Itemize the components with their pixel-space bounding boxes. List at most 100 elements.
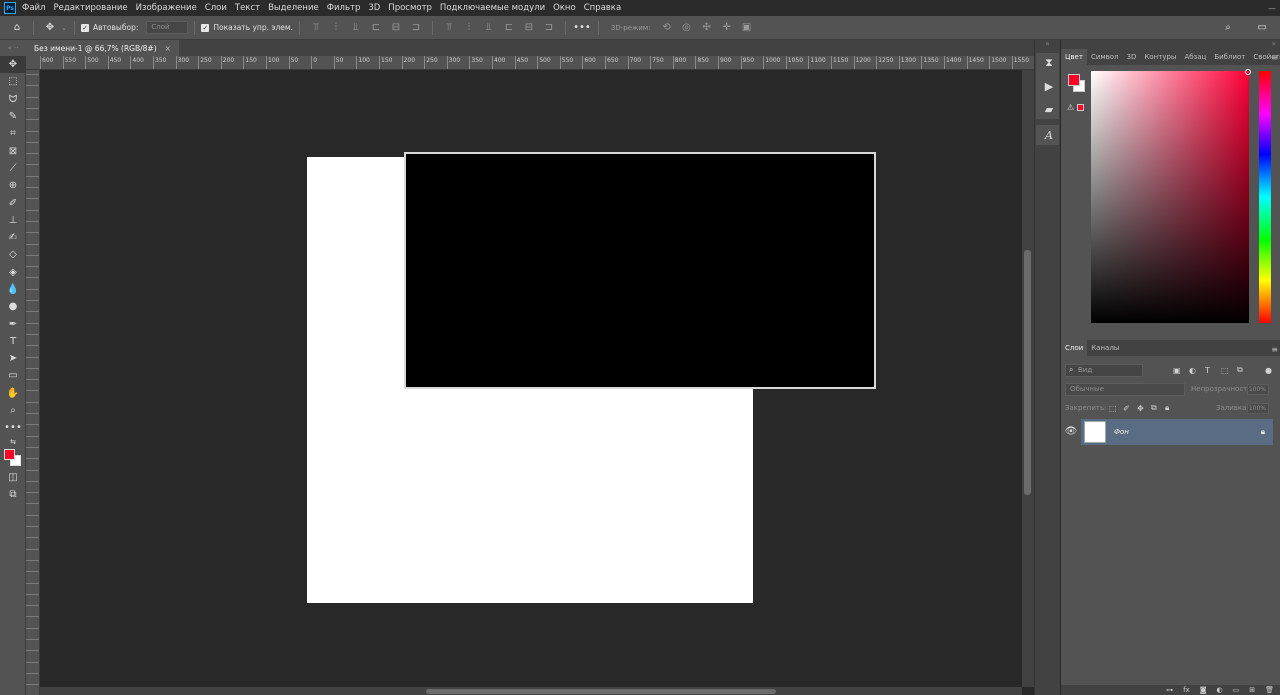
panel-menu-icon[interactable]: ≡ — [1271, 53, 1278, 62]
dodge-tool-icon[interactable]: ● — [0, 298, 26, 315]
panel-menu-icon[interactable]: ≡ — [1271, 345, 1278, 354]
frame-tool-icon[interactable]: ⊠ — [0, 142, 26, 159]
rectangle-tool-icon[interactable]: ▭ — [0, 367, 26, 384]
align-top-icon[interactable]: ⫪ — [309, 21, 323, 35]
menu-type[interactable]: Текст — [235, 3, 260, 13]
autoselect-target-select[interactable]: Слой — [146, 21, 189, 34]
3d-roll-icon[interactable]: ◎ — [680, 21, 694, 35]
tab-paragraph[interactable]: Абзац — [1180, 53, 1210, 65]
minimize-icon[interactable]: — — [1268, 4, 1276, 13]
tab-layers[interactable]: Слои — [1061, 340, 1088, 356]
vertical-ruler[interactable] — [26, 70, 40, 695]
type-tool-icon[interactable]: T — [0, 333, 26, 350]
move-tool-icon[interactable]: ✥ — [0, 56, 26, 74]
gamut-warning-swatch[interactable] — [1077, 104, 1084, 111]
close-tab-icon[interactable]: × — [165, 44, 171, 53]
swap-colors-icon[interactable]: ⇆ — [0, 437, 26, 447]
history-brush-tool-icon[interactable]: ✍ — [0, 229, 26, 246]
align-right-icon[interactable]: ⊐ — [409, 21, 423, 35]
more-options-icon[interactable]: ••• — [573, 21, 591, 35]
filter-pixel-icon[interactable]: ▣ — [1173, 366, 1181, 375]
tab-channels[interactable]: Каналы — [1087, 344, 1123, 356]
vertical-scrollbar-thumb[interactable] — [1024, 250, 1031, 495]
menu-image[interactable]: Изображение — [136, 3, 197, 13]
align-left-icon[interactable]: ⊏ — [369, 21, 383, 35]
dock-grip[interactable]: « — [1035, 40, 1060, 50]
autoselect-checkbox[interactable]: ✓ Автовыбор: — [81, 23, 138, 32]
black-rectangle-layer[interactable] — [404, 152, 876, 389]
pen-tool-icon[interactable]: ✒ — [0, 315, 26, 332]
menu-plugins[interactable]: Подключаемые модули — [440, 3, 545, 13]
crop-tool-icon[interactable]: ⌗ — [0, 125, 26, 142]
canvas-area[interactable] — [40, 70, 1022, 687]
menu-layers[interactable]: Слои — [205, 3, 227, 13]
eyedropper-tool-icon[interactable]: ⟋ — [0, 160, 26, 177]
distribute-bottom-icon[interactable]: ⫫ — [482, 21, 496, 35]
chevron-down-icon[interactable]: ⌄ — [60, 21, 68, 35]
color-picker-marker[interactable] — [1245, 69, 1251, 75]
tab-character[interactable]: Символ — [1087, 53, 1123, 65]
vertical-scrollbar[interactable] — [1022, 70, 1034, 687]
3d-pan-icon[interactable]: ✣ — [700, 21, 714, 35]
menu-3d[interactable]: 3D — [368, 3, 380, 13]
panels-grip[interactable]: » — [1061, 40, 1280, 48]
actions-play-icon[interactable]: ▶ — [1038, 76, 1060, 96]
lock-icon[interactable]: 🔒︎ — [1261, 427, 1265, 437]
zoom-tool-icon[interactable]: ⌕ — [0, 402, 26, 419]
align-vcenter-icon[interactable]: ⫶ — [329, 21, 343, 35]
color-field[interactable] — [1091, 69, 1251, 323]
tab-3d[interactable]: 3D — [1123, 53, 1141, 65]
brush-tool-icon[interactable]: ✐ — [0, 194, 26, 211]
menu-window[interactable]: Окно — [553, 3, 576, 13]
panel-foreground-swatch[interactable] — [1068, 74, 1080, 86]
toolbar-grip[interactable]: « ·· — [0, 40, 26, 56]
lock-artboard-icon[interactable]: ⧉ — [1151, 403, 1157, 413]
menu-edit[interactable]: Редактирование — [53, 3, 127, 13]
quick-mask-icon[interactable]: ◫ — [0, 469, 26, 486]
link-layers-icon[interactable]: ⊶ — [1166, 686, 1173, 694]
horizontal-scrollbar[interactable] — [40, 687, 1022, 695]
new-group-icon[interactable]: ▭ — [1233, 686, 1240, 694]
lock-image-icon[interactable]: ✐ — [1123, 404, 1130, 413]
lock-pixels-icon[interactable]: ⬚ — [1109, 404, 1117, 413]
stamp-tool-icon[interactable]: ⊥ — [0, 212, 26, 229]
menu-help[interactable]: Справка — [584, 3, 621, 13]
document-tab[interactable]: Без имени-1 @ 66,7% (RGB/8#) × — [26, 40, 179, 56]
horizontal-scrollbar-thumb[interactable] — [426, 689, 776, 694]
new-layer-icon[interactable]: ⊞ — [1249, 686, 1255, 694]
menu-filter[interactable]: Фильтр — [327, 3, 361, 13]
filter-shape-icon[interactable]: ⬚ — [1221, 366, 1229, 375]
fx-icon[interactable]: fx — [1183, 686, 1190, 694]
move-tool-icon[interactable]: ✥ — [43, 21, 57, 35]
tab-color[interactable]: Цвет — [1061, 49, 1087, 65]
lasso-tool-icon[interactable]: ᗢ — [0, 91, 26, 108]
glyphs-icon[interactable]: A — [1038, 125, 1060, 145]
blur-tool-icon[interactable]: 💧 — [0, 281, 26, 298]
align-hcenter-icon[interactable]: ⊟ — [389, 21, 403, 35]
3d-slide-icon[interactable]: ✛ — [720, 21, 734, 35]
foreground-color-swatch[interactable] — [4, 448, 15, 460]
3d-orbit-icon[interactable]: ⟲ — [660, 21, 674, 35]
filter-smart-icon[interactable]: ⧉ — [1237, 365, 1243, 375]
show-controls-checkbox[interactable]: ✓ Показать упр. элем. — [201, 23, 293, 32]
tab-libraries[interactable]: Библиот — [1210, 53, 1249, 65]
distribute-top-icon[interactable]: ⫪ — [442, 21, 456, 35]
layer-row-background[interactable]: Фон 🔒︎ — [1081, 419, 1273, 445]
fill-field[interactable]: 100% — [1247, 402, 1269, 414]
workspace-icon[interactable]: ▭ — [1255, 20, 1269, 34]
distribute-vcenter-icon[interactable]: ⫶ — [462, 21, 476, 35]
align-bottom-icon[interactable]: ⫫ — [349, 21, 363, 35]
comments-icon[interactable]: ▰ — [1038, 99, 1060, 119]
path-select-tool-icon[interactable]: ➤ — [0, 350, 26, 367]
delete-layer-icon[interactable]: 🗑︎ — [1265, 686, 1274, 694]
blend-mode-select[interactable]: Обычные — [1065, 382, 1185, 396]
history-panel-icon[interactable]: ⧗ — [1038, 53, 1060, 73]
3d-scale-icon[interactable]: ▣ — [740, 21, 754, 35]
marquee-tool-icon[interactable]: ⬚ — [0, 73, 26, 90]
menu-file[interactable]: Файл — [22, 3, 45, 13]
add-mask-icon[interactable]: ◙ — [1200, 686, 1207, 694]
layer-filter-select[interactable]: Вид — [1065, 363, 1143, 377]
menu-view[interactable]: Просмотр — [388, 3, 432, 13]
home-icon[interactable]: ⌂ — [10, 21, 24, 35]
filter-adjustment-icon[interactable]: ◐ — [1189, 366, 1196, 375]
